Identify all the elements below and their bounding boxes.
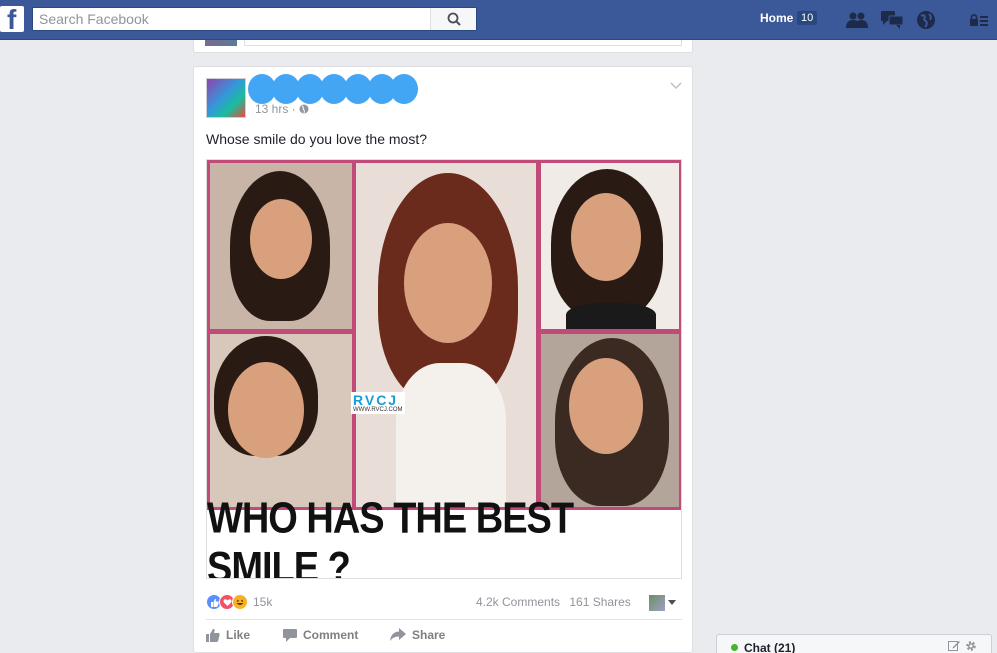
online-status-dot xyxy=(731,644,738,651)
smile-collage: RVCJ WWW.RVCJ.COM xyxy=(207,160,681,510)
image-banner-text: WHO HAS THE BEST SMILE ? xyxy=(207,494,574,579)
previous-post-comment-box xyxy=(244,40,682,46)
comment-button[interactable]: Comment xyxy=(283,628,358,642)
image-watermark: RVCJ WWW.RVCJ.COM xyxy=(351,392,405,414)
collage-photo-top-left xyxy=(210,163,352,329)
feed-post: 13 hrs · Whose smile do you love the mos… xyxy=(193,66,693,653)
share-button[interactable]: Share xyxy=(390,628,445,642)
chat-label[interactable]: Chat (21) xyxy=(744,641,795,653)
facebook-logo-glyph: f xyxy=(7,4,17,35)
privacy-lock-icon[interactable] xyxy=(968,10,990,30)
top-navigation-bar: f Home 10 xyxy=(0,0,997,40)
like-label: Like xyxy=(226,628,251,642)
previous-post-card xyxy=(193,40,693,53)
watermark-url: WWW.RVCJ.COM xyxy=(353,407,403,413)
engagement-stats: 4.2k Comments 161 Shares xyxy=(476,595,637,609)
comments-count-link[interactable]: 4.2k Comments xyxy=(476,595,560,609)
notifications-globe-icon[interactable] xyxy=(915,10,937,30)
collage-photo-bottom-left xyxy=(210,334,352,507)
post-caption: Whose smile do you love the most? xyxy=(206,131,427,147)
previous-post-thumbnail xyxy=(205,40,237,46)
collage-photo-bottom-right xyxy=(541,334,679,507)
like-button[interactable]: Like xyxy=(206,628,250,642)
home-link[interactable]: Home xyxy=(760,11,793,25)
share-arrow-icon xyxy=(390,628,406,641)
post-as-avatar[interactable] xyxy=(649,595,665,611)
haha-reaction-icon xyxy=(232,594,248,610)
shares-count-link[interactable]: 161 Shares xyxy=(569,595,630,609)
messages-icon[interactable] xyxy=(881,10,903,30)
collage-photo-top-right xyxy=(541,163,679,329)
public-globe-icon xyxy=(299,104,309,114)
search-icon xyxy=(447,12,461,26)
share-label: Share xyxy=(412,628,446,642)
reaction-summary[interactable]: 15k xyxy=(206,593,272,611)
actions-divider xyxy=(206,619,682,620)
post-options-chevron-icon[interactable] xyxy=(670,79,682,93)
reaction-count[interactable]: 15k xyxy=(253,595,272,609)
facebook-logo[interactable]: f xyxy=(0,4,24,35)
collage-photo-center xyxy=(356,163,536,507)
image-banner: WHO HAS THE BEST SMILE ? xyxy=(207,495,681,578)
search-box[interactable] xyxy=(32,7,477,31)
friends-icon[interactable] xyxy=(846,10,868,30)
search-input[interactable] xyxy=(33,8,433,30)
page-avatar[interactable] xyxy=(206,78,246,118)
post-time[interactable]: 13 hrs · xyxy=(255,102,296,116)
search-button[interactable] xyxy=(430,8,476,30)
thumbs-up-icon xyxy=(206,628,220,642)
post-as-dropdown-caret-icon[interactable] xyxy=(668,600,676,605)
chat-sidebar-tab[interactable]: Chat (21) xyxy=(716,634,992,653)
comment-label: Comment xyxy=(303,628,359,642)
post-image[interactable]: RVCJ WWW.RVCJ.COM WHO HAS THE BEST SMILE… xyxy=(206,159,682,579)
home-count-badge: 10 xyxy=(797,11,818,25)
comment-bubble-icon xyxy=(283,629,297,642)
watermark-title: RVCJ xyxy=(353,392,399,408)
new-message-edit-icon[interactable] xyxy=(948,640,960,653)
post-timestamp[interactable]: 13 hrs · xyxy=(255,102,309,116)
chat-settings-gear-icon[interactable] xyxy=(965,640,977,653)
